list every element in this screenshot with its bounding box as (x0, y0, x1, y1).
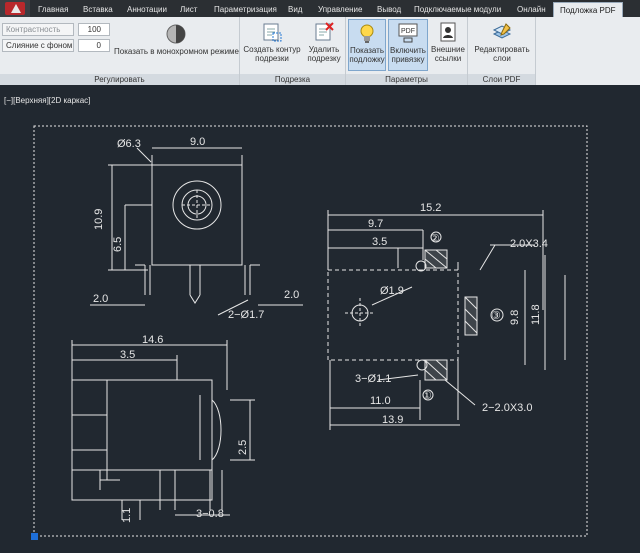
dim-text: 2−2.0X3.0 (482, 402, 532, 414)
autocad-window: Главная Вставка Аннотации Лист Параметри… (0, 0, 640, 553)
dim-text: 2−Ø1.7 (228, 309, 264, 321)
dim-text: 6.5 (112, 237, 124, 252)
dim-text: 3−0.8 (196, 508, 224, 520)
dim-text: 14.6 (142, 334, 163, 346)
callout-text: ① (422, 390, 432, 402)
dim-text: 3−Ø1.1 (355, 373, 391, 385)
underlay-boundary (33, 125, 588, 537)
selection-grip[interactable] (31, 533, 38, 540)
callout-text: ② (430, 233, 440, 245)
dim-text: Ø1.9 (380, 285, 404, 297)
pdf-underlay-drawing: Ø6.3 9.0 10.9 6.5 2.0 2−Ø1.7 2.0 15.2 9.… (33, 125, 588, 537)
dim-text: 1.1 (121, 508, 133, 523)
dim-text: 2.0 (284, 289, 299, 301)
dim-text: 15.2 (420, 202, 441, 214)
dim-text: 13.9 (382, 414, 403, 426)
dim-text: 2.5 (237, 440, 249, 455)
dim-text: 2.0X3.4 (510, 238, 548, 250)
dim-text: 2.0 (93, 293, 108, 305)
dim-text: Ø6.3 (117, 138, 141, 150)
dim-text: 11.8 (530, 304, 542, 325)
dim-text: 3.5 (120, 349, 135, 361)
dim-text: 9.8 (509, 310, 521, 325)
dim-text: 11.0 (370, 395, 391, 407)
callout-text: ③ (491, 310, 501, 322)
dim-text: 10.9 (93, 209, 105, 230)
dim-text: 9.7 (368, 218, 383, 230)
dim-text: 9.0 (190, 136, 205, 148)
dim-text: 3.5 (372, 236, 387, 248)
